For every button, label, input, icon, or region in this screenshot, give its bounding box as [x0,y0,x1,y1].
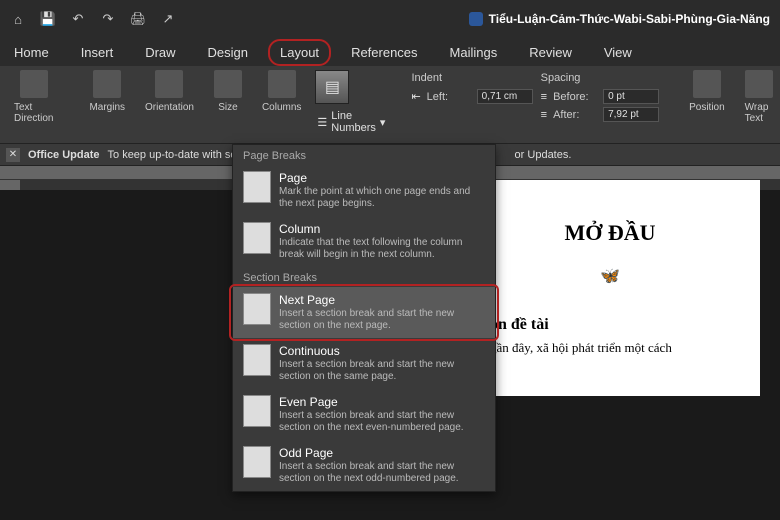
size-button[interactable]: Size [208,70,248,113]
break-column-title: Column [279,222,485,236]
before-icon: ≡ [541,91,547,103]
break-page-desc: Mark the point at which one page ends an… [279,186,485,210]
page-heading: ọn đề tài [490,316,730,334]
break-even-page-desc: Insert a section break and start the new… [279,410,485,434]
before-label: Before: [553,91,597,103]
notice-text: To keep up-to-date with se [108,149,237,161]
indent-left-label: Left: [427,91,471,103]
after-label: After: [553,109,597,121]
wrap-text-button[interactable]: Wrap Text [739,70,779,124]
wrap-icon [745,70,773,98]
break-next-page[interactable]: Next Page Insert a section break and sta… [233,287,495,338]
tab-view[interactable]: View [600,43,636,62]
document-title: Tiểu-Luận-Cảm-Thức-Wabi-Sabi-Phùng-Gia-N… [469,12,770,26]
next-page-icon [243,293,271,325]
page-breaks-header: Page Breaks [233,145,495,165]
margins-icon [93,70,121,98]
arrow-icon[interactable]: ↗ [160,11,176,27]
page-title: MỞ ĐẦU [490,220,730,246]
tab-review[interactable]: Review [525,43,576,62]
after-icon: ≡ [541,109,547,121]
document-page[interactable]: MỞ ĐẦU 🦋 ọn đề tài gần đây, xã hội phát … [460,180,760,396]
columns-button[interactable]: Columns [256,70,307,113]
break-next-page-desc: Insert a section break and start the new… [279,308,485,332]
vertical-ruler[interactable] [0,180,20,190]
page-body: gần đây, xã hội phát triển một cách [490,340,730,356]
indent-left-input[interactable]: 0,71 cm [477,89,533,104]
titlebar: ⌂ 💾 ↶ ↷ 🖨 ↗ Tiểu-Luận-Cảm-Thức-Wabi-Sabi… [0,0,780,38]
undo-icon[interactable]: ↶ [70,11,86,27]
break-odd-page[interactable]: Odd Page Insert a section break and star… [233,440,495,491]
text-direction-icon [20,70,48,98]
size-icon [214,70,242,98]
page-break-icon [243,171,271,203]
text-direction-label: Text Direction [14,102,53,124]
break-page-title: Page [279,171,485,185]
break-page[interactable]: Page Mark the point at which one page en… [233,165,495,216]
break-continuous[interactable]: Continuous Insert a section break and st… [233,338,495,389]
word-icon [469,12,483,26]
tab-references[interactable]: References [347,43,421,62]
tab-draw[interactable]: Draw [141,43,179,62]
break-even-page-title: Even Page [279,395,485,409]
indent-left-icon: ⇤ [411,90,420,103]
line-numbers-button[interactable]: ☰Line Numbers▾ [315,106,387,138]
redo-icon[interactable]: ↷ [100,11,116,27]
size-label: Size [218,102,237,113]
columns-icon [268,70,296,98]
orientation-label: Orientation [145,102,194,113]
wrap-label: Wrap Text [745,102,773,124]
position-icon [693,70,721,98]
spacing-group: Spacing ≡ Before: 0 pt ≡ After: 7,92 pt [541,70,659,122]
spacing-header: Spacing [541,72,659,84]
break-even-page[interactable]: Even Page Insert a section break and sta… [233,389,495,440]
tab-design[interactable]: Design [204,43,252,62]
columns-label: Columns [262,102,301,113]
close-notice-icon[interactable]: ✕ [6,148,20,162]
tab-mailings[interactable]: Mailings [446,43,502,62]
break-continuous-desc: Insert a section break and start the new… [279,359,485,383]
column-break-icon [243,222,271,254]
after-input[interactable]: 7,92 pt [603,107,659,122]
margins-button[interactable]: Margins [83,70,131,113]
home-icon[interactable]: ⌂ [10,11,26,27]
margins-label: Margins [89,102,125,113]
breaks-button[interactable]: ▤ [315,70,349,104]
text-direction-button[interactable]: Text Direction [8,70,59,124]
indent-group: Indent ⇤ Left: 0,71 cm [411,70,532,104]
even-page-icon [243,395,271,427]
notice-title: Office Update [28,149,100,161]
butterfly-decoration: 🦋 [490,266,730,286]
save-icon[interactable]: 💾 [40,11,56,27]
doc-title-text: Tiểu-Luận-Cảm-Thức-Wabi-Sabi-Phùng-Gia-N… [489,12,770,26]
line-numbers-label: Line Numbers [331,110,376,134]
continuous-icon [243,344,271,376]
tab-layout[interactable]: Layout [276,43,323,62]
tab-insert[interactable]: Insert [77,43,118,62]
indent-header: Indent [411,72,532,84]
before-input[interactable]: 0 pt [603,89,659,104]
orientation-icon [155,70,183,98]
position-button[interactable]: Position [683,70,731,113]
break-column-desc: Indicate that the text following the col… [279,237,485,261]
ribbon-tabs: Home Insert Draw Design Layout Reference… [0,38,780,66]
break-odd-page-title: Odd Page [279,446,485,460]
break-odd-page-desc: Insert a section break and start the new… [279,461,485,485]
notice-text2: or Updates. [515,149,572,161]
orientation-button[interactable]: Orientation [139,70,200,113]
tab-home[interactable]: Home [10,43,53,62]
break-column[interactable]: Column Indicate that the text following … [233,216,495,267]
position-label: Position [689,102,725,113]
section-breaks-header: Section Breaks [233,267,495,287]
break-next-page-title: Next Page [279,293,485,307]
breaks-dropdown: Page Breaks Page Mark the point at which… [232,144,496,492]
break-continuous-title: Continuous [279,344,485,358]
print-icon[interactable]: 🖨 [130,11,146,27]
ribbon: Text Direction Margins Orientation Size … [0,66,780,144]
odd-page-icon [243,446,271,478]
